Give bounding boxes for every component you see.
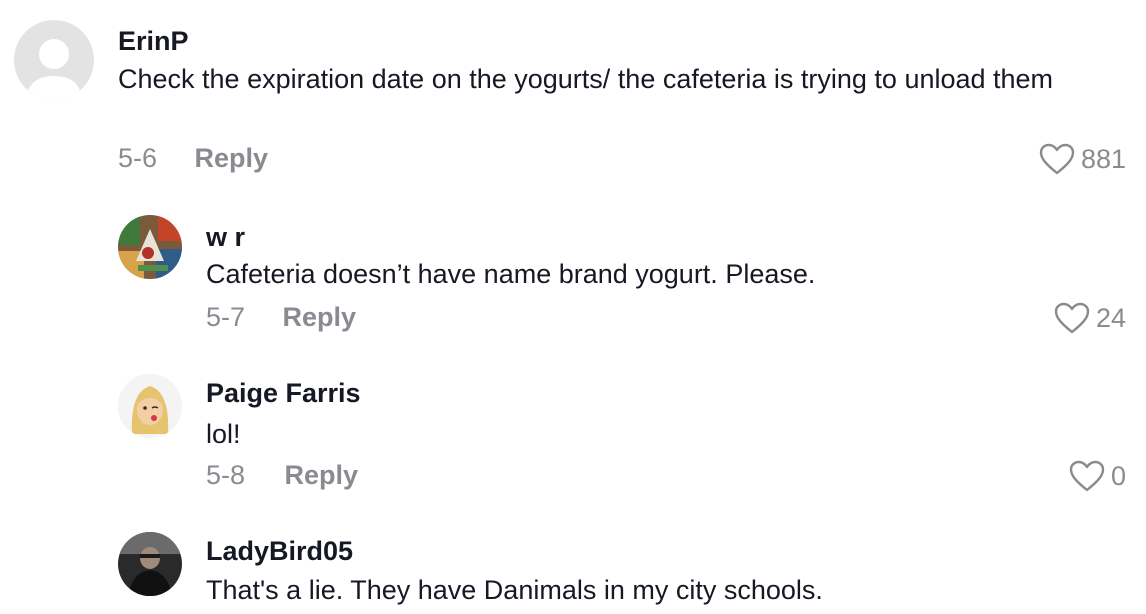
comment-text: That's a lie. They have Danimals in my c… (206, 575, 823, 605)
comment-text: Cafeteria doesn’t have name brand yogurt… (206, 259, 816, 289)
like-count: 881 (1080, 143, 1126, 174)
comment-date: 5-7 (206, 302, 246, 332)
reply-item: Paige Farris lol! 5-8 Reply 0 (0, 350, 1146, 510)
comment-meta: 5-7 Reply (206, 302, 356, 333)
comment-date: 5-8 (206, 460, 246, 490)
heart-outline-icon (1069, 460, 1105, 492)
heart-outline-icon (1054, 302, 1090, 334)
reply-button[interactable]: Reply (285, 460, 359, 491)
comment-item: ErinP Check the expiration date on the y… (0, 0, 1146, 190)
like-button[interactable]: 0 (1069, 460, 1126, 492)
comment-text: lol! (206, 419, 241, 449)
like-count: 0 (1110, 460, 1126, 491)
like-button[interactable]: 24 (1054, 302, 1126, 334)
comment-author[interactable]: Paige Farris (206, 378, 361, 409)
reply-item: LadyBird05 That's a lie. They have Danim… (0, 510, 1146, 614)
default-avatar[interactable] (14, 20, 94, 100)
avatar-image (118, 374, 182, 438)
comment-meta: 5-8 Reply (206, 460, 358, 491)
comment-text: Check the expiration date on the yogurts… (118, 64, 1054, 94)
comment-author[interactable]: w r (206, 222, 245, 253)
comment-date: 5-6 (118, 143, 158, 173)
colorful-photo-avatar[interactable] (118, 215, 182, 279)
photo-avatar[interactable] (118, 532, 182, 596)
reply-button[interactable]: Reply (283, 302, 357, 333)
like-count: 24 (1095, 302, 1126, 333)
comment-meta: 5-6 Reply (118, 143, 268, 174)
avatar-image (118, 215, 182, 279)
user-silhouette-icon (26, 39, 82, 100)
reply-button[interactable]: Reply (195, 143, 269, 174)
memoji-avatar[interactable] (118, 374, 182, 438)
like-button[interactable]: 881 (1039, 143, 1126, 175)
avatar-image (118, 532, 182, 596)
comment-author[interactable]: LadyBird05 (206, 536, 353, 567)
reply-item: w r Cafeteria doesn’t have name brand yo… (0, 190, 1146, 350)
heart-outline-icon (1039, 143, 1075, 175)
comment-author[interactable]: ErinP (118, 26, 189, 57)
